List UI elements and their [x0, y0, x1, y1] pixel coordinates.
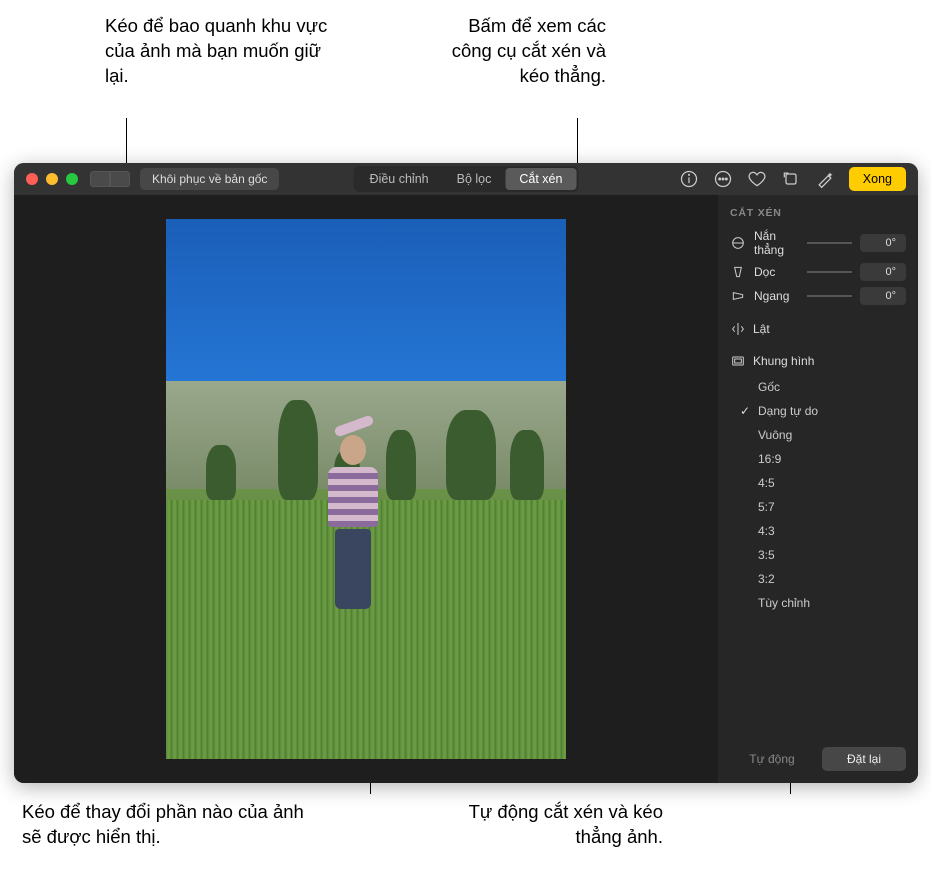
straighten-icon: [730, 235, 746, 251]
reset-button[interactable]: Đặt lại: [822, 747, 906, 771]
aspect-option[interactable]: Dạng tự do: [730, 399, 906, 423]
done-button[interactable]: Xong: [849, 167, 906, 191]
more-icon[interactable]: [713, 169, 733, 189]
aspect-option[interactable]: 4:5: [730, 471, 906, 495]
favorite-icon[interactable]: [747, 169, 767, 189]
view-compare-button[interactable]: [110, 171, 130, 187]
tab-adjust[interactable]: Điều chỉnh: [356, 168, 443, 190]
straighten-label: Nắn thẳng: [754, 229, 799, 257]
view-toggle: [90, 171, 130, 187]
aspect-icon: [730, 353, 746, 369]
callout-reposition: Kéo để thay đổi phần nào của ảnh sẽ được…: [22, 800, 312, 850]
callout-crop-area: Kéo để bao quanh khu vực của ảnh mà bạn …: [105, 14, 345, 89]
horizontal-slider[interactable]: [807, 295, 852, 297]
photo-subject: [318, 435, 388, 615]
vertical-persp-icon: [730, 264, 746, 280]
auto-enhance-icon[interactable]: [815, 169, 835, 189]
straighten-row: Nắn thẳng 0°: [730, 229, 906, 257]
revert-button[interactable]: Khôi phục về bản gốc: [140, 168, 279, 190]
vertical-row: Dọc 0°: [730, 263, 906, 281]
auto-button[interactable]: Tự động: [730, 747, 814, 771]
flip-icon: [730, 321, 746, 337]
aspect-option[interactable]: Tùy chỉnh: [730, 591, 906, 615]
photos-edit-window: Khôi phục về bản gốc Điều chỉnh Bộ lọc C…: [14, 163, 918, 783]
vertical-value: 0°: [860, 263, 906, 281]
crop-handle-tl[interactable]: [166, 219, 183, 236]
callout-auto: Tự động cắt xén và kéo thẳng ảnh.: [453, 800, 663, 850]
edit-mode-segmented: Điều chỉnh Bộ lọc Cắt xén: [354, 166, 579, 192]
straighten-slider[interactable]: [807, 242, 852, 244]
straighten-value: 0°: [860, 234, 906, 252]
traffic-lights: [26, 173, 78, 185]
aspect-header[interactable]: Khung hình: [730, 353, 906, 369]
titlebar: Khôi phục về bản gốc Điều chỉnh Bộ lọc C…: [14, 163, 918, 195]
minimize-button[interactable]: [46, 173, 58, 185]
aspect-option[interactable]: 3:2: [730, 567, 906, 591]
info-icon[interactable]: [679, 169, 699, 189]
crop-handle-br[interactable]: [549, 742, 566, 759]
crop-handle-tr[interactable]: [549, 219, 566, 236]
close-button[interactable]: [26, 173, 38, 185]
vertical-slider[interactable]: [807, 271, 852, 273]
tab-crop[interactable]: Cắt xén: [505, 168, 576, 190]
editor-body: CẮT XÉN Nắn thẳng 0° Dọc 0° Ngang 0°: [14, 195, 918, 783]
aspect-option[interactable]: Gốc: [730, 375, 906, 399]
view-single-button[interactable]: [90, 171, 110, 187]
rotate-icon[interactable]: [781, 169, 801, 189]
aspect-label: Khung hình: [753, 354, 814, 368]
toolbar-right: Xong: [679, 167, 906, 191]
horizontal-persp-icon: [730, 288, 746, 304]
crop-sidebar: CẮT XÉN Nắn thẳng 0° Dọc 0° Ngang 0°: [718, 195, 918, 783]
sidebar-footer: Tự động Đặt lại: [730, 735, 906, 771]
zoom-button[interactable]: [66, 173, 78, 185]
aspect-option[interactable]: 16:9: [730, 447, 906, 471]
aspect-option[interactable]: Vuông: [730, 423, 906, 447]
crop-handle-bl[interactable]: [166, 742, 183, 759]
aspect-option[interactable]: 4:3: [730, 519, 906, 543]
sidebar-title: CẮT XÉN: [730, 207, 906, 219]
horizontal-row: Ngang 0°: [730, 287, 906, 305]
horizontal-value: 0°: [860, 287, 906, 305]
flip-label: Lật: [753, 322, 770, 336]
aspect-option[interactable]: 3:5: [730, 543, 906, 567]
aspect-options-list: GốcDạng tự doVuông16:94:55:74:33:53:2Tùy…: [730, 375, 906, 615]
callout-line: [577, 118, 578, 166]
aspect-option[interactable]: 5:7: [730, 495, 906, 519]
canvas-area: [14, 195, 718, 783]
tab-filters[interactable]: Bộ lọc: [443, 168, 506, 190]
photo-crop-frame[interactable]: [166, 219, 566, 759]
flip-button[interactable]: Lật: [730, 321, 906, 337]
vertical-label: Dọc: [754, 265, 799, 279]
horizontal-label: Ngang: [754, 289, 799, 303]
callout-crop-tools: Bấm để xem các công cụ cắt xén và kéo th…: [426, 14, 606, 89]
